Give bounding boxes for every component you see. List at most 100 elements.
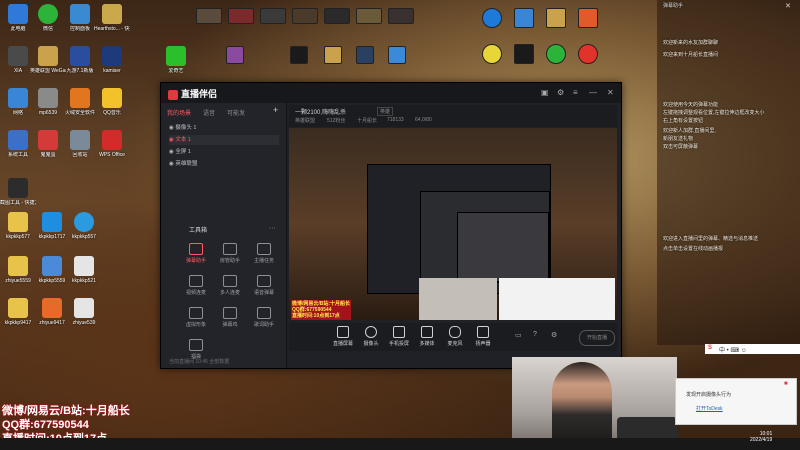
ime-toolbar[interactable]: S 中 • ⌨ ☺ [705, 344, 800, 354]
stream-preview[interactable]: 微博/网易云/B站:十月船长 QQ群:677590544 直播时间:10点到17… [289, 128, 617, 320]
minimize-icon[interactable]: — [589, 88, 597, 97]
tool-video-link[interactable]: 视频连麦 [181, 275, 211, 296]
huorong-icon [70, 88, 90, 108]
room-title[interactable]: 一颗2100,嗨嗨乱杀 [295, 107, 346, 116]
capcut-icon[interactable] [290, 46, 308, 64]
tool-lucky-bag[interactable]: 福袋 [181, 339, 211, 360]
desktop-icon-huorong[interactable]: 火绒安全软件 [62, 88, 98, 116]
menu-icon[interactable]: ≡ [573, 88, 578, 97]
record-icon[interactable]: ▭ [515, 331, 522, 339]
tab-my-scenes[interactable]: 我的场景 [167, 108, 191, 117]
scene-item[interactable]: ◉ 文本 1 [169, 135, 279, 145]
desktop-icon-jiuyou[interactable]: 九游7.1新版 [62, 46, 98, 74]
thumbnail-file[interactable] [356, 8, 382, 24]
thumbnail-file[interactable] [324, 8, 350, 24]
desktop-icon-zhiyue5559[interactable]: zhiyue5559 [0, 256, 36, 284]
thumbnail-file[interactable] [228, 8, 254, 24]
desktop-icon-wps[interactable]: WPS Office [94, 130, 130, 158]
phone-cast-button[interactable]: 手机投屏 [385, 326, 413, 347]
desktop-icon-control-panel[interactable]: 控制面板 [62, 4, 98, 32]
scene-item[interactable]: ◉ 全屏 1 [169, 147, 279, 157]
desktop-icon-kkpkkp577[interactable]: kkpkkp577 [0, 212, 36, 240]
winrar-icon[interactable] [226, 46, 244, 64]
tool-label: 弹幕助手 [185, 258, 206, 264]
desktop-icon-kkpkkp1717[interactable]: kkpkkp1717 [34, 212, 70, 240]
app-icon[interactable] [388, 46, 406, 64]
meeting-icon[interactable] [356, 46, 374, 64]
lol-icon[interactable] [546, 8, 566, 28]
desktop-icon-zhiyue9417[interactable]: zhiyue9417 [34, 298, 70, 326]
start-live-button[interactable]: 开始直播 [579, 330, 615, 346]
network-icon[interactable] [514, 8, 534, 28]
desktop-icon-qqmusic[interactable]: QQ音乐 [94, 88, 130, 116]
netease-music-icon[interactable] [578, 44, 598, 64]
desktop-icon-kkpkkp9417[interactable]: kkpkkp9417 [0, 298, 36, 326]
barrage-panel[interactable]: 弹幕助手 ✕ 欢迎来到十月船长直播间 欢迎新来的水友加群聊聊 欢迎使用今天的弹幕… [657, 0, 800, 345]
scene-item[interactable]: ◉ 摄像头 1 [169, 123, 279, 133]
desktop-icon-kkpkkp521[interactable]: kkpkkp521 [66, 256, 102, 284]
desktop-icon-iqiyi[interactable]: 爱奇艺 [158, 46, 194, 74]
tool-avatar[interactable]: 虚拟形象 [181, 307, 211, 328]
app-logo-text: 直播伴侣 [181, 89, 218, 99]
scene-item-label: 全屏 1 [175, 149, 191, 155]
chrome-icon[interactable] [546, 44, 566, 64]
desktop-icon-kkpkkp5559[interactable]: kkpkkp5559 [34, 256, 70, 284]
thumbnail-file[interactable] [388, 8, 414, 24]
thumbnail-file[interactable] [260, 8, 286, 24]
desktop-icon-screenshot[interactable]: 截图工具 - 快捷方式 [0, 178, 36, 206]
close-icon[interactable]: ✕ [607, 88, 614, 97]
tool-lyrics[interactable]: 歌词助手 [249, 307, 279, 328]
gift-icon[interactable]: ▣ [541, 88, 549, 97]
add-camera-button[interactable]: 摄像头 [357, 326, 385, 347]
thumbnail-file[interactable] [196, 8, 222, 24]
desktop-icon-recycle-bin[interactable]: 回收站 [62, 130, 98, 158]
close-icon[interactable]: ✕ [785, 2, 791, 10]
desktop-icon-zhiyue539[interactable]: zhiyue539 [66, 298, 102, 326]
document-icon [38, 88, 58, 108]
room-category[interactable]: 英雄 [377, 107, 394, 116]
tool-barrage-bot[interactable]: 弹幕鸡 [215, 307, 245, 328]
settings-icon[interactable]: ⚙ [557, 88, 564, 97]
tool-barrage[interactable]: 弹幕助手 [181, 243, 211, 264]
barrage-icon [189, 243, 203, 255]
speaker-button[interactable]: 扬声器 [469, 326, 497, 347]
tool-host-task[interactable]: 主播任务 [249, 243, 279, 264]
desktop-icon-mp6539[interactable]: mp6539 [30, 88, 66, 116]
qq-icon[interactable] [514, 44, 534, 64]
desktop-icon-guiguidan[interactable]: 鬼鬼蛋 [30, 130, 66, 158]
thumbnail-file[interactable] [292, 8, 318, 24]
tool-voice-barrage[interactable]: 语音弹幕 [249, 275, 279, 296]
add-scene-button[interactable]: + [273, 105, 278, 115]
app-titlebar[interactable]: 直播伴侣 ▣ ⚙ ≡ — ✕ [161, 83, 621, 103]
edge-icon [74, 212, 94, 232]
preview-overlay-text: 微博/网易云/B站:十月船长 QQ群:677590544 直播时间:10点到17… [291, 300, 352, 320]
ime-mode-icon[interactable]: 中 • ⌨ ☺ [719, 345, 747, 354]
tool-room-manager[interactable]: 房管助手 [215, 243, 245, 264]
tab-mic[interactable]: 语音 [203, 108, 215, 117]
desktop-icon-kamiser[interactable]: kamiser [94, 46, 130, 74]
desktop-icon-wechat[interactable]: 微信 [30, 4, 66, 32]
edge-icon[interactable] [482, 8, 502, 28]
tab-room[interactable]: 可能发 [227, 108, 245, 117]
scene-item[interactable]: ◉ 英雄联盟 [169, 159, 279, 169]
tool-multi-link[interactable]: 多人连麦 [215, 275, 245, 296]
source-toolbar: 直播屏幕 摄像头 手机投屏 多媒体 麦克风 扬声器 ▭ ? ⚙ 开始直播 [289, 323, 617, 351]
desktop-icon-hearthstone[interactable]: Hearthsto... - 快捷方式 [94, 4, 130, 32]
desktop-icon-lol-wegame[interactable]: 英雄联盟 WeGame版 [30, 46, 66, 74]
app-icon[interactable] [482, 44, 502, 64]
app-icon[interactable] [578, 8, 598, 28]
lol-icon[interactable] [324, 46, 342, 64]
mic-button[interactable]: 麦克风 [441, 326, 469, 347]
sogou-icon[interactable]: S [708, 345, 712, 351]
camera-notification[interactable]: ■ 发现开启摄像头行为 打开ToDesk [675, 378, 797, 425]
toolbox-title: 工具箱 [189, 228, 208, 234]
tray-clock[interactable]: 10:01 2022/4/19 [750, 431, 772, 443]
help-icon[interactable]: ? [533, 331, 537, 338]
notification-link[interactable]: 打开ToDesk [696, 405, 723, 412]
live-companion-window[interactable]: 直播伴侣 ▣ ⚙ ≡ — ✕ 我的场景 语音 可能发 + ◉ 摄像头 1 ◉ 文… [160, 82, 622, 369]
more-icon[interactable]: ⋯ [269, 224, 276, 232]
settings-icon[interactable]: ⚙ [551, 331, 557, 339]
desktop-icon-kkpkkp557[interactable]: kkpkkp557 [66, 212, 102, 240]
media-button[interactable]: 多媒体 [413, 326, 441, 347]
add-screen-button[interactable]: 直播屏幕 [329, 326, 357, 347]
